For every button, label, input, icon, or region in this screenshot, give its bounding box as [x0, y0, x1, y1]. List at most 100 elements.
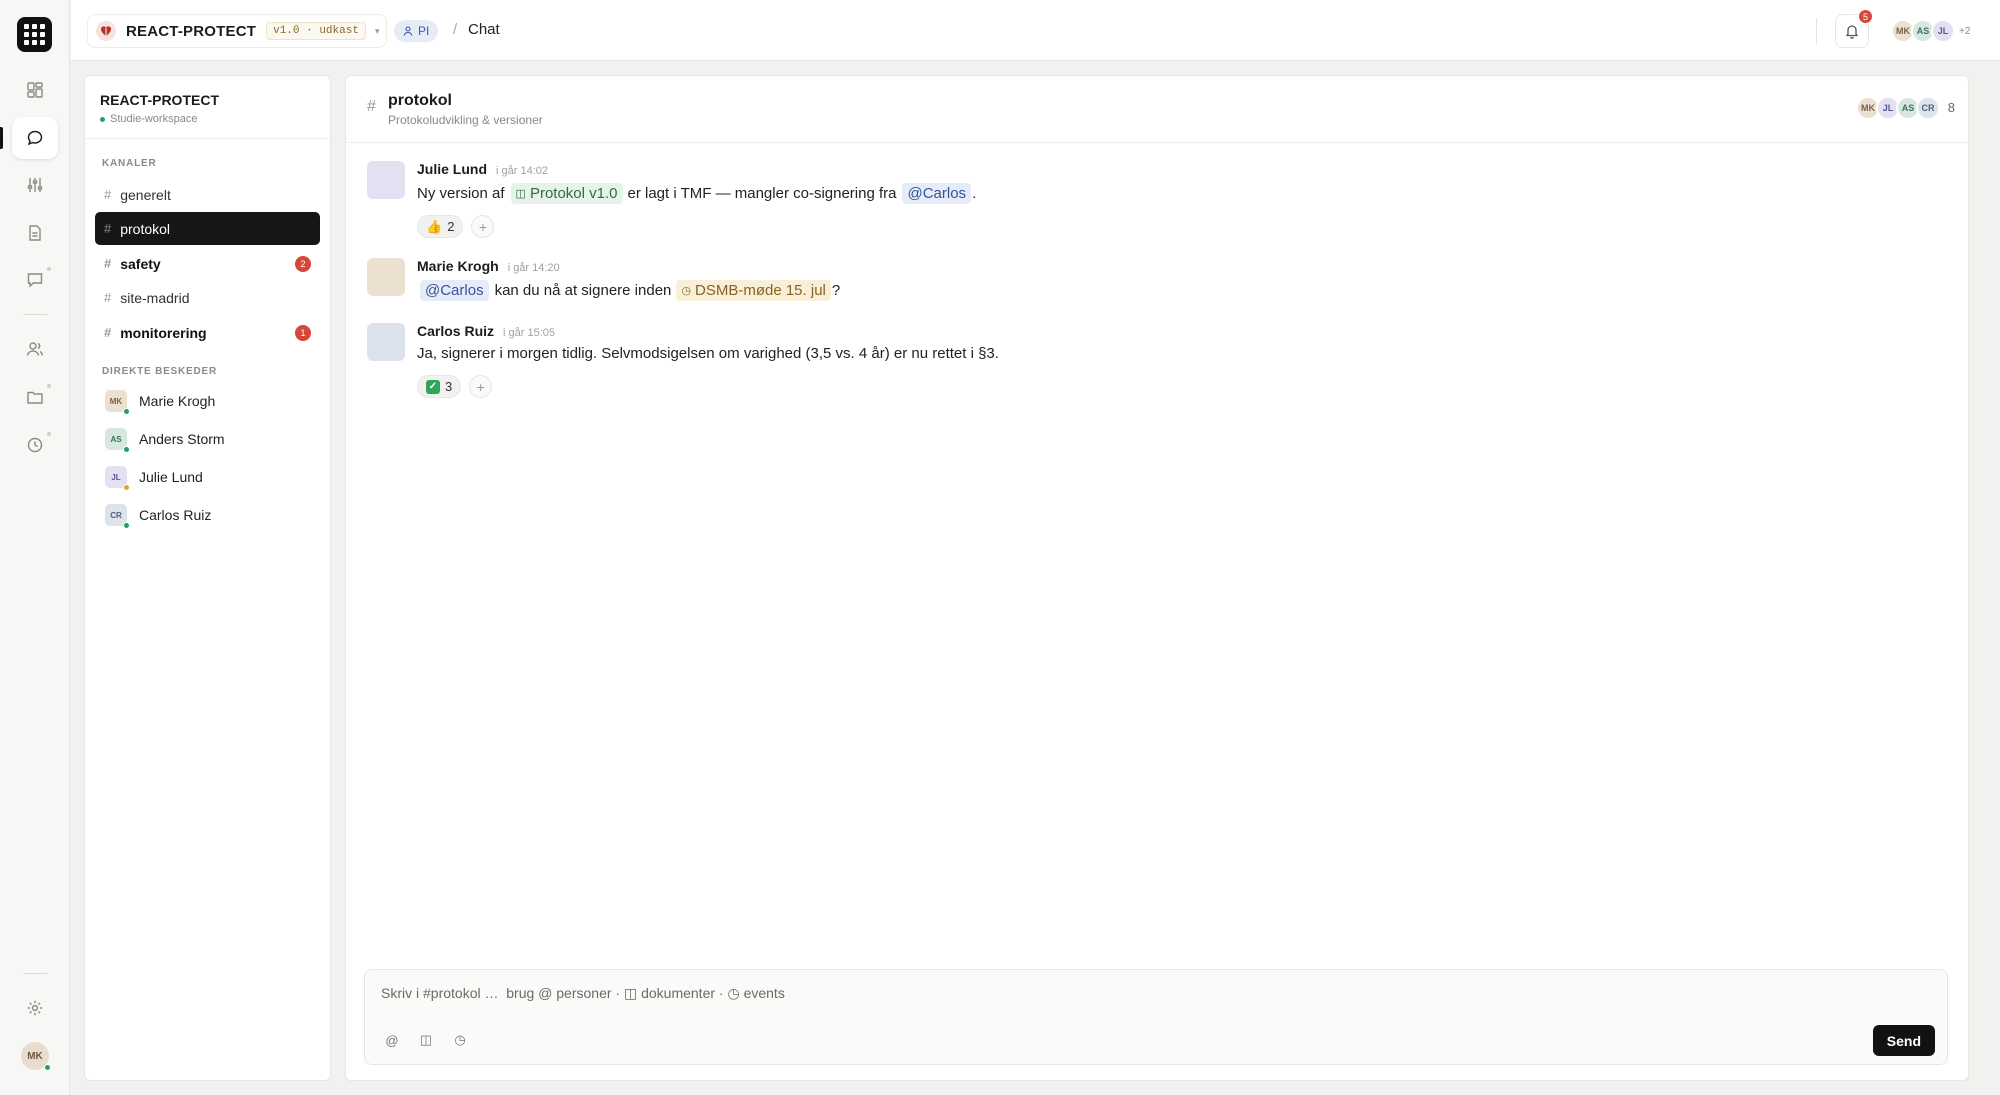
message-header: Julie Lund i går 14:02: [417, 161, 548, 177]
avatar-initials: JL: [111, 472, 121, 482]
channel-label: monitorering: [120, 324, 207, 341]
dm-item-carlos-ruiz[interactable]: CR Carlos Ruiz: [105, 502, 211, 529]
away-status-dot: [123, 484, 130, 491]
dashboard-icon[interactable]: [12, 69, 58, 111]
chevron-down-icon: ▾: [374, 25, 380, 36]
clock-icon[interactable]: ◷: [448, 1028, 472, 1052]
reactions: 👍 2 +: [417, 215, 495, 238]
workspace-name: REACT-PROTECT: [100, 92, 219, 108]
message-author[interactable]: Carlos Ruiz: [417, 323, 494, 339]
message-time: i går 14:02: [496, 165, 548, 177]
document-icon[interactable]: ◫: [414, 1028, 438, 1052]
notifications-button[interactable]: 5: [1835, 9, 1873, 48]
chat-panel: # protokol Protokoludvikling & versioner…: [345, 75, 1969, 1081]
gear-icon[interactable]: [12, 987, 58, 1029]
user-avatar[interactable]: MK: [21, 1042, 51, 1071]
avatar: [367, 161, 405, 199]
avatar: CR: [1916, 96, 1940, 120]
send-button[interactable]: Send: [1872, 1025, 1935, 1056]
comments-icon[interactable]: [12, 259, 58, 301]
people-icon[interactable]: [12, 328, 58, 370]
avatar: JL: [105, 466, 130, 491]
composer-toolbar: @ ◫ ◷: [380, 1028, 472, 1052]
message-text: ?: [831, 282, 841, 299]
top-bar: REACT-PROTECT v1.0 · udkast ▾ PI / Chat …: [71, 0, 2000, 61]
online-members[interactable]: MK AS JL +2: [1891, 19, 1970, 43]
message-author[interactable]: Marie Krogh: [417, 258, 499, 274]
message-composer: @ ◫ ◷ Send: [364, 969, 1948, 1065]
channel-item-site-madrid[interactable]: # site-madrid: [95, 281, 320, 314]
breadcrumb-current: Chat: [468, 21, 500, 38]
person-icon: [403, 26, 413, 36]
role-badge[interactable]: PI: [394, 20, 439, 42]
hash-icon: #: [367, 98, 376, 115]
clock-icon[interactable]: [12, 424, 58, 466]
apps-grid-icon[interactable]: [17, 17, 52, 52]
user-initials: MK: [27, 1050, 43, 1062]
reaction-count: 3: [445, 379, 453, 394]
hash-icon: #: [104, 325, 112, 340]
divider: [85, 138, 330, 139]
channel-label: site-madrid: [120, 289, 190, 306]
dm-label: Anders Storm: [139, 431, 225, 447]
channel-members[interactable]: MK JL AS CR: [1856, 96, 1940, 120]
avatar: CR: [105, 504, 130, 529]
unread-badge: 1: [295, 324, 311, 341]
message-input[interactable]: [365, 970, 1947, 1016]
channel-subtitle: Protokoludvikling & versioner: [388, 113, 543, 127]
breadcrumb-separator: /: [453, 21, 458, 38]
dm-label: Marie Krogh: [139, 393, 216, 409]
unread-dot: [47, 384, 51, 388]
channel-item-generelt[interactable]: # generelt: [95, 178, 320, 211]
active-rail-marker: [0, 127, 3, 149]
version-badge: v1.0 · udkast: [266, 22, 366, 40]
project-name: REACT-PROTECT: [126, 22, 257, 40]
message-body: Ny version af ◫ Protokol v1.0 er lagt i T…: [417, 183, 976, 204]
rail-divider: [23, 973, 47, 974]
project-switcher[interactable]: REACT-PROTECT v1.0 · udkast ▾: [87, 14, 387, 48]
document-chip[interactable]: ◫ Protokol v1.0: [510, 183, 623, 204]
bell-icon: [1845, 25, 1859, 39]
event-chip-label: DSMB-møde 15. jul: [695, 282, 826, 299]
chat-icon[interactable]: [12, 117, 58, 159]
event-chip[interactable]: ◷ DSMB-møde 15. jul: [676, 280, 831, 301]
add-reaction-button[interactable]: +: [471, 215, 495, 238]
hash-icon: #: [104, 187, 112, 202]
channel-title: protokol: [388, 92, 452, 109]
unread-dot: [47, 432, 51, 436]
reaction-check[interactable]: ✓ 3: [417, 375, 462, 398]
channel-label: generelt: [120, 186, 171, 203]
more-members-count: +2: [1959, 25, 1971, 37]
message: Julie Lund i går 14:02 Ny version af ◫ Pr…: [367, 161, 1948, 241]
message: Marie Krogh i går 14:20 @Carlos kan du n…: [367, 258, 1948, 308]
message-text: .: [972, 185, 977, 202]
reaction-count: 2: [447, 219, 455, 234]
check-icon: ✓: [426, 379, 440, 394]
dm-item-marie-krogh[interactable]: MK Marie Krogh: [105, 388, 216, 415]
document-icon[interactable]: [12, 212, 58, 254]
channel-item-safety[interactable]: # safety 2: [95, 247, 320, 280]
message-time: i går 15:05: [503, 327, 555, 339]
online-status-dot: [123, 446, 130, 453]
dm-item-julie-lund[interactable]: JL Julie Lund: [105, 464, 203, 491]
mention-chip[interactable]: @Carlos: [902, 183, 972, 204]
project-logo-icon: [96, 21, 116, 41]
message-author[interactable]: Julie Lund: [417, 161, 487, 177]
role-label: PI: [418, 24, 430, 38]
mention-icon[interactable]: @: [380, 1028, 404, 1052]
channel-item-monitorering[interactable]: # monitorering 1: [95, 316, 320, 349]
dm-item-anders-storm[interactable]: AS Anders Storm: [105, 426, 225, 453]
reaction-thumbs-up[interactable]: 👍 2: [417, 215, 464, 238]
workspace-subtitle: Studie-workspace: [100, 113, 197, 125]
avatar: AS: [105, 428, 130, 453]
mention-chip[interactable]: @Carlos: [420, 280, 489, 301]
unread-badge: 2: [295, 255, 311, 272]
hash-icon: #: [104, 290, 112, 305]
sliders-icon[interactable]: [12, 164, 58, 206]
member-count: 8: [1947, 100, 1955, 115]
channel-item-protokol[interactable]: # protokol: [95, 212, 320, 245]
message-body: @Carlos kan du nå at signere inden ◷ DSMB…: [417, 280, 840, 301]
rail-divider: [23, 314, 47, 315]
add-reaction-button[interactable]: +: [469, 375, 493, 398]
folder-icon[interactable]: [12, 376, 58, 418]
